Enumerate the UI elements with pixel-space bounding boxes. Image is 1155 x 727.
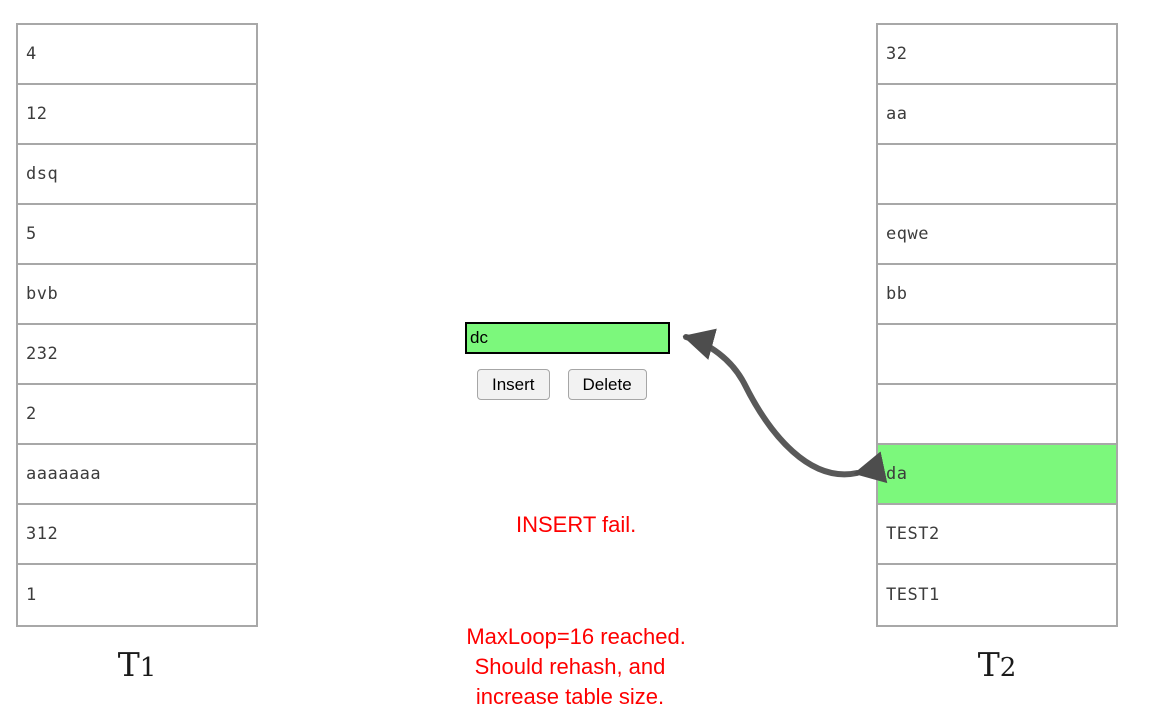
- table-label-t1: T1: [16, 648, 258, 681]
- arrow-path: [682, 328, 888, 484]
- hash-cell-value: 4: [26, 44, 37, 64]
- hash-row: 32: [878, 25, 1116, 85]
- hash-cell-value: bvb: [26, 284, 59, 304]
- hash-row: da: [878, 445, 1116, 505]
- hash-table-t1-body: 4 12 dsq 5 bvb 232 2 aaaaaaa 312 1: [16, 23, 258, 627]
- hash-cell-value: TEST1: [886, 585, 940, 605]
- hash-row: bvb: [18, 265, 256, 325]
- hash-row: [878, 325, 1116, 385]
- hash-row: eqwe: [878, 205, 1116, 265]
- insert-button[interactable]: Insert: [477, 369, 550, 401]
- hash-cell-value: bb: [886, 284, 908, 304]
- status-message-line2: MaxLoop=16 reached. Should rehash, and i…: [466, 624, 693, 709]
- hash-cell-value: 2: [26, 404, 37, 424]
- hash-cell-value: eqwe: [886, 224, 929, 244]
- hash-cell-value: dsq: [26, 164, 59, 184]
- hash-table-t2-body: 32 aa eqwe bb da TEST2 TEST1: [876, 23, 1118, 627]
- hash-cell-value: TEST2: [886, 524, 940, 544]
- table-label-t2: T2: [876, 648, 1118, 681]
- hash-row: [878, 385, 1116, 445]
- hash-cell-value: aa: [886, 104, 908, 124]
- table-label-t1-main: T: [117, 645, 140, 684]
- hash-row: aaaaaaa: [18, 445, 256, 505]
- status-message-line1: INSERT fail.: [516, 512, 637, 537]
- hash-row: TEST2: [878, 505, 1116, 565]
- table-label-t2-sub: 2: [999, 653, 1017, 683]
- hash-row: aa: [878, 85, 1116, 145]
- button-row: Insert Delete: [477, 369, 700, 401]
- hash-row: bb: [878, 265, 1116, 325]
- hash-table-t2: 32 aa eqwe bb da TEST2 TEST1: [876, 23, 1118, 627]
- status-message-spacer: [435, 570, 705, 592]
- hash-row: 232: [18, 325, 256, 385]
- hash-cell-value: 312: [26, 524, 59, 544]
- hash-cell-value: aaaaaaa: [26, 464, 102, 484]
- hash-row: 5: [18, 205, 256, 265]
- hash-cell-value: 32: [886, 44, 908, 64]
- status-message: INSERT fail. MaxLoop=16 reached. Should …: [435, 480, 705, 712]
- hash-row: 312: [18, 505, 256, 565]
- hash-table-t1: 4 12 dsq 5 bvb 232 2 aaaaaaa 312 1: [16, 23, 258, 627]
- table-label-t2-main: T: [977, 645, 1000, 684]
- table-label-t1-sub: 1: [139, 653, 157, 683]
- hash-row: 12: [18, 85, 256, 145]
- control-panel: Insert Delete: [440, 322, 700, 401]
- hash-cell-value: 1: [26, 585, 37, 605]
- hash-cell-value: da: [886, 464, 908, 484]
- hash-cell-value: 232: [26, 344, 59, 364]
- delete-button[interactable]: Delete: [567, 369, 647, 401]
- hash-cell-value: 12: [26, 104, 48, 124]
- hash-row: 1: [18, 565, 256, 625]
- value-input[interactable]: [465, 322, 670, 354]
- hash-row: TEST1: [878, 565, 1116, 625]
- hash-row: dsq: [18, 145, 256, 205]
- hash-row: 4: [18, 25, 256, 85]
- hash-row: [878, 145, 1116, 205]
- hash-row: 2: [18, 385, 256, 445]
- hash-cell-value: 5: [26, 224, 37, 244]
